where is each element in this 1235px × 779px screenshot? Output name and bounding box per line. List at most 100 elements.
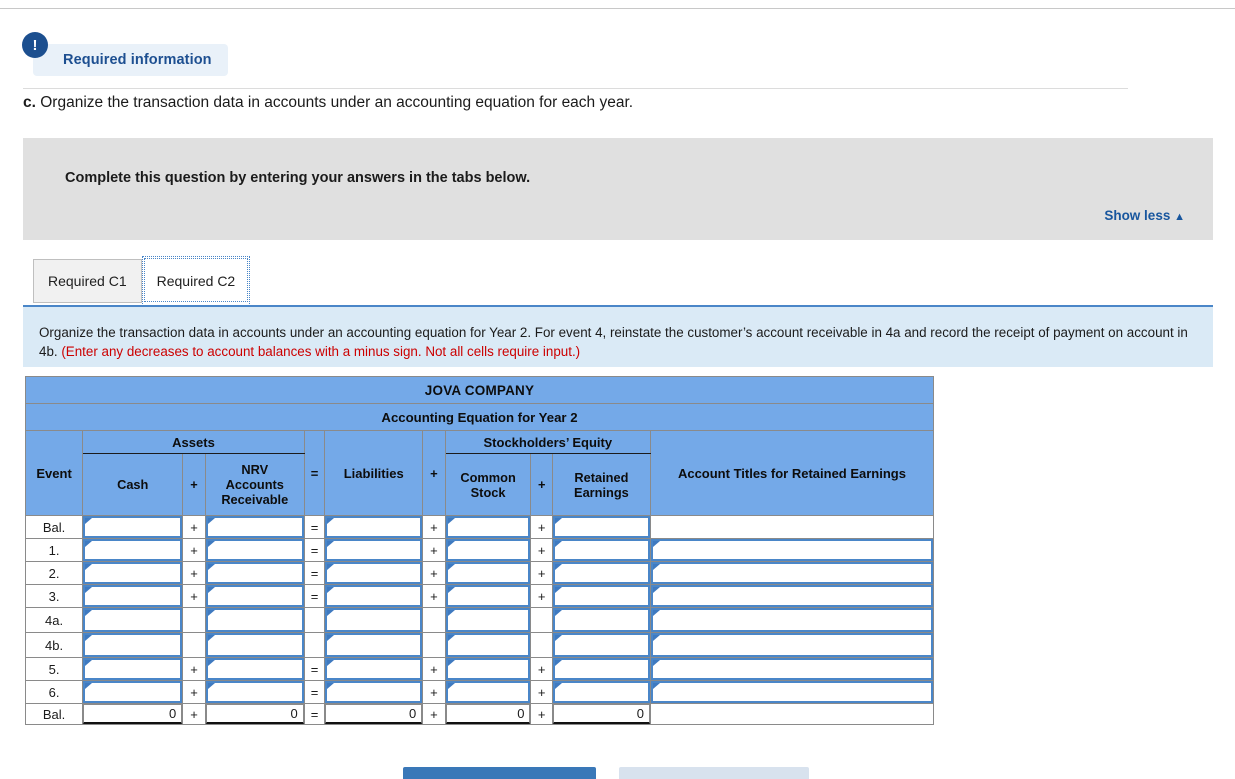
input-liabilities[interactable] <box>325 516 423 538</box>
cell-retained-earnings[interactable] <box>551 584 651 608</box>
cell-account-titles[interactable] <box>649 632 935 658</box>
input-retained-earnings[interactable] <box>552 539 650 561</box>
tab-required-c1[interactable]: Required C1 <box>33 259 142 303</box>
cell-cash[interactable] <box>82 607 184 633</box>
input-cash[interactable] <box>83 608 183 632</box>
input-common-stock[interactable] <box>445 633 531 657</box>
input-common-stock[interactable] <box>445 681 531 703</box>
cell-common-stock[interactable] <box>444 584 532 608</box>
cell-common-stock[interactable] <box>444 657 532 681</box>
input-liabilities[interactable] <box>325 681 423 703</box>
cell-retained-earnings[interactable] <box>551 680 651 704</box>
select-account-title[interactable] <box>650 658 933 680</box>
cell-cash[interactable] <box>82 632 184 658</box>
input-cash[interactable] <box>83 516 183 538</box>
select-account-title[interactable] <box>650 608 933 632</box>
input-cash[interactable] <box>83 562 183 584</box>
cell-common-stock[interactable] <box>444 607 532 633</box>
cell-account-titles[interactable] <box>649 538 935 562</box>
row-operator-1: + <box>182 584 206 608</box>
cell-liabilities[interactable] <box>324 607 424 633</box>
input-accounts-receivable[interactable] <box>205 633 304 657</box>
primary-action-button[interactable] <box>403 767 596 779</box>
input-accounts-receivable[interactable] <box>205 681 304 703</box>
cell-cash[interactable] <box>82 680 184 704</box>
input-liabilities[interactable] <box>325 585 423 607</box>
cell-liabilities[interactable] <box>324 584 424 608</box>
input-accounts-receivable[interactable] <box>205 516 304 538</box>
cell-account-titles[interactable] <box>649 561 935 585</box>
select-account-title[interactable] <box>650 539 933 561</box>
cell-accounts-receivable[interactable] <box>204 632 305 658</box>
input-liabilities[interactable] <box>325 658 423 680</box>
cell-accounts-receivable[interactable] <box>204 657 305 681</box>
cell-cash[interactable] <box>82 561 184 585</box>
select-account-title[interactable] <box>650 633 933 657</box>
cell-retained-earnings[interactable] <box>551 607 651 633</box>
cell-cash[interactable] <box>82 538 184 562</box>
cell-common-stock[interactable] <box>444 561 532 585</box>
input-retained-earnings[interactable] <box>552 608 650 632</box>
select-account-title[interactable] <box>650 585 933 607</box>
show-less-toggle[interactable]: Show less ▲ <box>1104 208 1185 223</box>
cell-liabilities[interactable] <box>324 515 424 539</box>
cell-retained-earnings[interactable] <box>551 538 651 562</box>
tab-required-c2[interactable]: Required C2 <box>141 256 251 304</box>
input-retained-earnings[interactable] <box>552 658 650 680</box>
cell-accounts-receivable[interactable] <box>204 584 305 608</box>
input-retained-earnings[interactable] <box>552 585 650 607</box>
input-liabilities[interactable] <box>325 608 423 632</box>
cell-liabilities[interactable] <box>324 561 424 585</box>
cell-liabilities[interactable] <box>324 680 424 704</box>
input-accounts-receivable[interactable] <box>205 585 304 607</box>
input-common-stock[interactable] <box>445 608 531 632</box>
cell-accounts-receivable[interactable] <box>204 680 305 704</box>
cell-liabilities[interactable] <box>324 657 424 681</box>
cell-retained-earnings[interactable] <box>551 515 651 539</box>
cell-retained-earnings[interactable] <box>551 657 651 681</box>
cell-liabilities[interactable] <box>324 538 424 562</box>
input-accounts-receivable[interactable] <box>205 562 304 584</box>
select-account-title[interactable] <box>650 681 933 703</box>
cell-accounts-receivable[interactable] <box>204 515 305 539</box>
input-cash[interactable] <box>83 681 183 703</box>
input-common-stock[interactable] <box>445 585 531 607</box>
input-retained-earnings[interactable] <box>552 562 650 584</box>
input-liabilities[interactable] <box>325 633 423 657</box>
input-accounts-receivable[interactable] <box>205 658 304 680</box>
input-liabilities[interactable] <box>325 562 423 584</box>
cell-accounts-receivable[interactable] <box>204 607 305 633</box>
cell-common-stock[interactable] <box>444 515 532 539</box>
input-cash[interactable] <box>83 658 183 680</box>
input-common-stock[interactable] <box>445 658 531 680</box>
input-cash[interactable] <box>83 633 183 657</box>
input-cash[interactable] <box>83 539 183 561</box>
input-common-stock[interactable] <box>445 516 531 538</box>
cell-retained-earnings[interactable] <box>551 632 651 658</box>
input-accounts-receivable[interactable] <box>205 608 304 632</box>
cell-cash[interactable] <box>82 657 184 681</box>
cell-account-titles[interactable] <box>649 584 935 608</box>
cell-liabilities[interactable] <box>324 632 424 658</box>
cell-common-stock[interactable] <box>444 680 532 704</box>
cell-cash[interactable] <box>82 515 184 539</box>
input-retained-earnings[interactable] <box>552 633 650 657</box>
input-common-stock[interactable] <box>445 539 531 561</box>
select-account-title[interactable] <box>650 562 933 584</box>
input-retained-earnings[interactable] <box>552 681 650 703</box>
input-retained-earnings[interactable] <box>552 516 650 538</box>
input-liabilities[interactable] <box>325 539 423 561</box>
cell-retained-earnings[interactable] <box>551 561 651 585</box>
cell-account-titles[interactable] <box>649 680 935 704</box>
input-common-stock[interactable] <box>445 562 531 584</box>
cell-common-stock[interactable] <box>444 538 532 562</box>
input-cash[interactable] <box>83 585 183 607</box>
cell-account-titles[interactable] <box>649 607 935 633</box>
cell-common-stock[interactable] <box>444 632 532 658</box>
input-accounts-receivable[interactable] <box>205 539 304 561</box>
cell-accounts-receivable[interactable] <box>204 561 305 585</box>
cell-accounts-receivable[interactable] <box>204 538 305 562</box>
cell-cash[interactable] <box>82 584 184 608</box>
secondary-action-button[interactable] <box>619 767 809 779</box>
cell-account-titles[interactable] <box>649 657 935 681</box>
